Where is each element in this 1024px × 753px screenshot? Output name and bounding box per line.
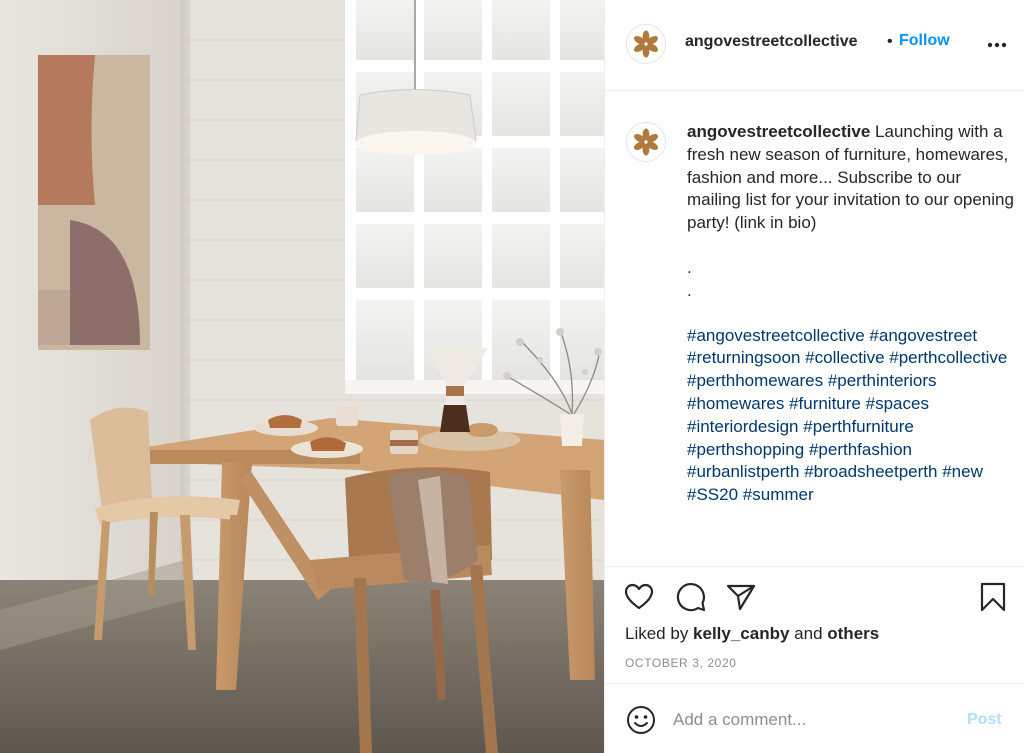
follow-button[interactable]: Follow bbox=[899, 32, 950, 50]
likes-prefix: Liked by bbox=[625, 624, 694, 643]
comment-input[interactable] bbox=[673, 706, 953, 734]
caption-dot: . bbox=[687, 280, 692, 300]
caption-text: angovestreetcollective Launching with a … bbox=[687, 121, 1017, 507]
post-comment-button[interactable]: Post bbox=[967, 711, 1002, 729]
comment-bar: Post bbox=[605, 683, 1024, 753]
hashtag-link[interactable]: #angovestreetcollective bbox=[687, 326, 865, 345]
hashtag-link[interactable]: #collective bbox=[805, 348, 884, 367]
caption-avatar[interactable] bbox=[626, 122, 666, 162]
hashtag-link[interactable]: #new bbox=[942, 462, 983, 481]
caption-dot: . bbox=[687, 257, 692, 277]
post-photo[interactable] bbox=[0, 0, 604, 753]
hashtag-link[interactable]: #angovestreet bbox=[869, 326, 977, 345]
bookmark-icon[interactable] bbox=[977, 581, 1009, 613]
header-separator: • bbox=[887, 33, 893, 50]
hashtag-link[interactable]: #broadsheetperth bbox=[804, 462, 937, 481]
hashtag-link[interactable]: #perthfurniture bbox=[803, 417, 914, 436]
likes-user-link[interactable]: kelly_canby bbox=[693, 624, 789, 643]
likes-line: Liked by kelly_canby and others bbox=[625, 624, 879, 644]
hashtag-link[interactable]: #perthshopping bbox=[687, 440, 804, 459]
avatar[interactable] bbox=[626, 24, 666, 64]
hashtag-link[interactable]: #perthinteriors bbox=[828, 371, 937, 390]
dining-room-photo bbox=[0, 0, 604, 753]
more-horizontal-icon[interactable] bbox=[985, 34, 1009, 54]
likes-others-link[interactable]: others bbox=[827, 624, 879, 643]
likes-and: and bbox=[789, 624, 828, 643]
hashtag-link[interactable]: #homewares bbox=[687, 394, 784, 413]
heart-icon[interactable] bbox=[623, 581, 655, 613]
hashtag-list: #angovestreetcollective #angovestreet #r… bbox=[687, 325, 1017, 507]
hashtag-link[interactable]: #perthcollective bbox=[889, 348, 1007, 367]
comment-icon[interactable] bbox=[675, 581, 707, 613]
header-username[interactable]: angovestreetcollective bbox=[685, 33, 858, 51]
action-bar: Liked by kelly_canby and others OCTOBER … bbox=[605, 566, 1024, 682]
caption-dots: . . bbox=[687, 257, 1017, 303]
hashtag-link[interactable]: #SS20 bbox=[687, 485, 738, 504]
hashtag-link[interactable]: #furniture bbox=[789, 394, 861, 413]
hashtag-link[interactable]: #interiordesign bbox=[687, 417, 799, 436]
post-date[interactable]: OCTOBER 3, 2020 bbox=[625, 656, 737, 670]
hashtag-link[interactable]: #spaces bbox=[866, 394, 929, 413]
hashtag-link[interactable]: #perthhomewares bbox=[687, 371, 823, 390]
post-sidebar: angovestreetcollective • Follow angovest… bbox=[604, 0, 1024, 753]
plant-vase bbox=[560, 414, 584, 446]
smiley-icon[interactable] bbox=[625, 704, 657, 736]
hashtag-link[interactable]: #returningsoon bbox=[687, 348, 800, 367]
hashtag-link[interactable]: #urbanlistperth bbox=[687, 462, 799, 481]
share-icon[interactable] bbox=[725, 581, 757, 613]
caption-area: angovestreetcollective Launching with a … bbox=[605, 92, 1024, 566]
flower-logo-icon bbox=[634, 30, 658, 58]
caption-username[interactable]: angovestreetcollective bbox=[687, 122, 870, 141]
flower-logo-icon bbox=[634, 128, 658, 156]
hashtag-link[interactable]: #summer bbox=[743, 485, 814, 504]
caption-body: angovestreetcollective Launching with a … bbox=[687, 121, 1017, 235]
hashtag-link[interactable]: #perthfashion bbox=[809, 440, 912, 459]
post-header: angovestreetcollective • Follow bbox=[605, 0, 1024, 91]
